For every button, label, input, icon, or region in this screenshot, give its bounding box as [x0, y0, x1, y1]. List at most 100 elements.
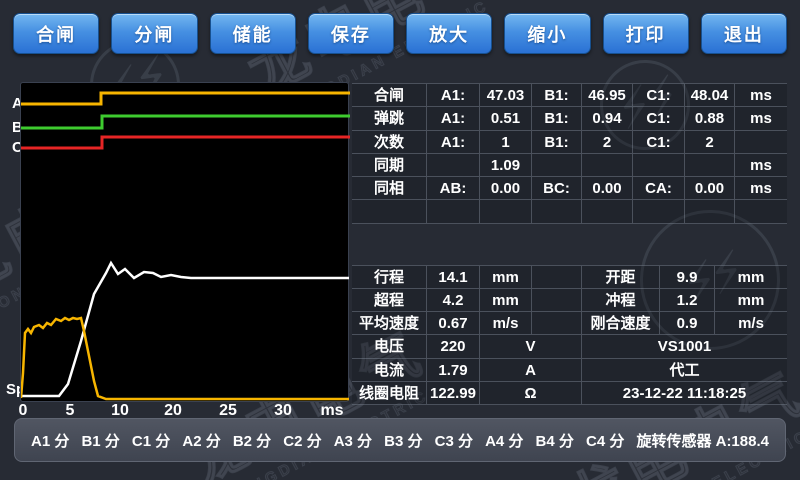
- table-cell: 代工: [582, 359, 787, 382]
- channel-item-c1[interactable]: C1 分: [132, 430, 170, 451]
- rotary-sensor-readout: 旋转传感器 A:188.4: [636, 430, 769, 451]
- measurement-table: 合闸A1:47.03B1:46.95C1:48.04ms弹跳A1:0.51B1:…: [352, 83, 787, 405]
- table-cell: 电压: [352, 335, 427, 358]
- table-cell: mm: [715, 289, 787, 312]
- energy-storage-button[interactable]: 储能: [210, 13, 296, 54]
- table-cell: [582, 200, 633, 223]
- table-cell: [633, 154, 685, 177]
- table-cell: A1:: [427, 84, 480, 107]
- table-cell: 冲程: [582, 289, 660, 312]
- table-cell: A1:: [427, 107, 480, 130]
- table-cell: 行程: [352, 266, 427, 289]
- open-switch-button[interactable]: 分闸: [111, 13, 197, 54]
- mechanical-table-section: 行程14.1mm开距9.9mm超程4.2mm冲程1.2mm平均速度0.67m/s…: [352, 265, 787, 405]
- table-cell: 电流: [352, 359, 427, 382]
- channel-item-c2[interactable]: C2 分: [283, 430, 321, 451]
- table-cell: 线圈电阻: [352, 382, 427, 405]
- table-cell: VS1001: [582, 335, 787, 358]
- table-cell: 1.2: [660, 289, 715, 312]
- exit-button[interactable]: 退出: [701, 13, 787, 54]
- table-cell: A: [480, 359, 582, 382]
- table-cell: [582, 154, 633, 177]
- table-cell: AB:: [427, 177, 480, 200]
- table-cell: 48.04: [685, 84, 735, 107]
- table-cell: 0.94: [582, 107, 633, 130]
- table-cell: C1:: [633, 131, 685, 154]
- table-cell: 47.03: [480, 84, 532, 107]
- table-cell: 1.79: [427, 359, 480, 382]
- table-cell: mm: [480, 289, 532, 312]
- table-cell: 超程: [352, 289, 427, 312]
- table-cell: 同相: [352, 177, 427, 200]
- channel-item-b2[interactable]: B2 分: [233, 430, 271, 451]
- table-cell: mm: [480, 266, 532, 289]
- channel-item-c4[interactable]: C4 分: [586, 430, 624, 451]
- table-cell: [427, 154, 480, 177]
- table-cell: 14.1: [427, 266, 480, 289]
- zoom-in-button[interactable]: 放大: [406, 13, 492, 54]
- table-cell: [532, 200, 582, 223]
- zoom-out-button[interactable]: 缩小: [504, 13, 590, 54]
- channel-item-a4[interactable]: A4 分: [485, 430, 523, 451]
- channel-item-b1[interactable]: B1 分: [81, 430, 119, 451]
- table-cell: B1:: [532, 84, 582, 107]
- phase-c1-curve: [21, 137, 350, 148]
- waveform-chart[interactable]: [20, 82, 349, 402]
- table-cell: [685, 154, 735, 177]
- close-switch-button[interactable]: 合闸: [13, 13, 99, 54]
- table-cell: C1:: [633, 107, 685, 130]
- timing-table-section: 合闸A1:47.03B1:46.95C1:48.04ms弹跳A1:0.51B1:…: [352, 83, 787, 224]
- table-cell: [633, 200, 685, 223]
- table-cell: V: [480, 335, 582, 358]
- channel-item-a2[interactable]: A2 分: [182, 430, 220, 451]
- table-cell: 0.67: [427, 312, 480, 335]
- channel-item-a3[interactable]: A3 分: [334, 430, 372, 451]
- table-cell: 46.95: [582, 84, 633, 107]
- table-cell: [480, 200, 532, 223]
- table-cell: [735, 200, 787, 223]
- channel-item-b4[interactable]: B4 分: [536, 430, 574, 451]
- table-cell: C1:: [633, 84, 685, 107]
- table-cell: 1: [480, 131, 532, 154]
- table-cell: [532, 154, 582, 177]
- table-cell: [352, 200, 427, 223]
- channel-item-c3[interactable]: C3 分: [435, 430, 473, 451]
- waveform-plot: [21, 83, 350, 403]
- table-cell: [735, 131, 787, 154]
- table-cell: [532, 312, 582, 335]
- table-cell: 4.2: [427, 289, 480, 312]
- table-cell: 1.09: [480, 154, 532, 177]
- table-cell: 2: [582, 131, 633, 154]
- table-cell: 刚合速度: [582, 312, 660, 335]
- table-cell: ms: [735, 107, 787, 130]
- table-cell: 0.88: [685, 107, 735, 130]
- table-cell: B1:: [532, 107, 582, 130]
- phase-b1-curve: [21, 116, 350, 128]
- channel-item-b3[interactable]: B3 分: [384, 430, 422, 451]
- table-cell: [532, 266, 582, 289]
- phase-a1-curve: [21, 93, 350, 104]
- table-cell: 220: [427, 335, 480, 358]
- table-cell: ms: [735, 154, 787, 177]
- table-cell: m/s: [715, 312, 787, 335]
- table-cell: 0.00: [582, 177, 633, 200]
- toolbar: 合闸 分闸 储能 保存 放大 缩小 打印 退出: [13, 13, 787, 54]
- table-cell: 同期: [352, 154, 427, 177]
- table-cell: [427, 200, 480, 223]
- table-gap: [352, 224, 787, 265]
- travel-curve: [21, 263, 349, 396]
- table-cell: 0.9: [660, 312, 715, 335]
- print-button[interactable]: 打印: [603, 13, 689, 54]
- table-cell: m/s: [480, 312, 532, 335]
- table-cell: [685, 200, 735, 223]
- table-cell: 次数: [352, 131, 427, 154]
- table-cell: A1:: [427, 131, 480, 154]
- table-cell: Ω: [480, 382, 582, 405]
- table-cell: [532, 289, 582, 312]
- table-cell: ms: [735, 177, 787, 200]
- table-cell: 平均速度: [352, 312, 427, 335]
- table-cell: BC:: [532, 177, 582, 200]
- save-button[interactable]: 保存: [308, 13, 394, 54]
- channel-item-a1[interactable]: A1 分: [31, 430, 69, 451]
- table-cell: CA:: [633, 177, 685, 200]
